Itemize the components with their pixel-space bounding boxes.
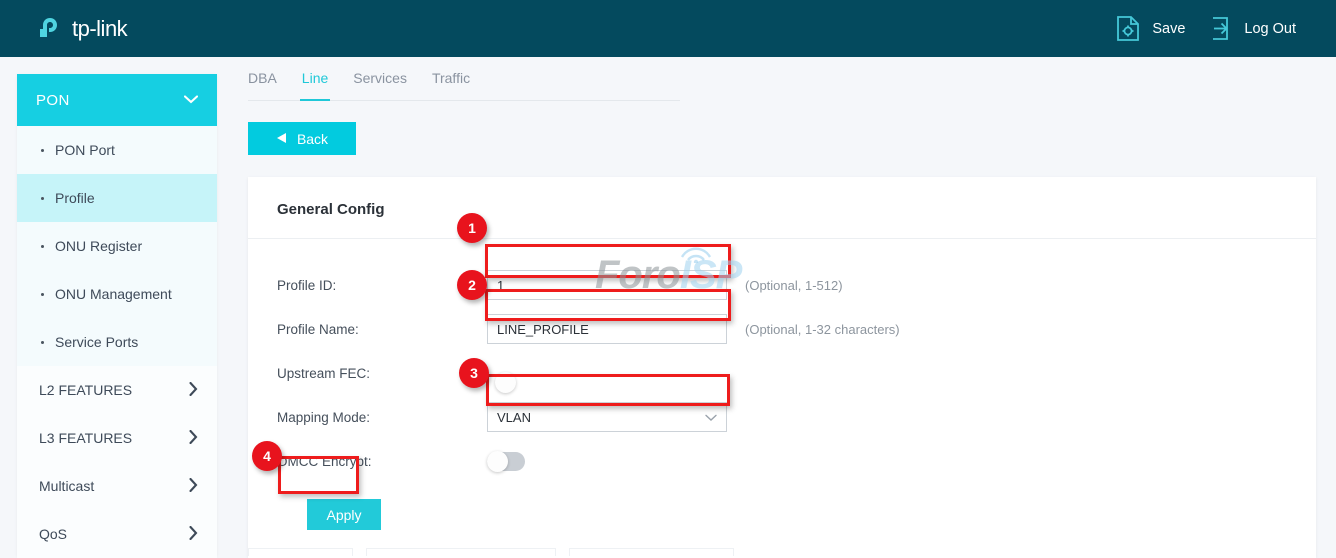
brand-logo[interactable]: tp-link <box>35 14 127 44</box>
sidebar-group-pon[interactable]: PON <box>17 74 217 126</box>
brand-name: tp-link <box>72 16 127 42</box>
chevron-down-icon <box>184 91 198 109</box>
profile-id-label: Profile ID: <box>277 278 487 293</box>
chevron-right-icon <box>189 430 198 447</box>
sidebar-item-onu-management[interactable]: ONU Management <box>17 270 217 318</box>
field-row-profile-id: Profile ID: (Optional, 1-512) <box>277 263 1316 307</box>
profile-name-hint: (Optional, 1-32 characters) <box>745 322 900 337</box>
bottom-panel-card <box>569 548 734 556</box>
sidebar-item-service-ports[interactable]: Service Ports <box>17 318 217 366</box>
sidebar-group-label: Multicast <box>39 478 94 494</box>
bullet-icon <box>41 293 44 296</box>
tab-dba[interactable]: DBA <box>248 70 277 93</box>
tab-traffic[interactable]: Traffic <box>432 70 470 93</box>
bullet-icon <box>41 245 44 248</box>
omcc-encrypt-toggle[interactable] <box>487 452 525 471</box>
profile-id-hint: (Optional, 1-512) <box>745 278 843 293</box>
sidebar-item-label: ONU Register <box>55 238 142 254</box>
config-form: Profile ID: (Optional, 1-512) Profile Na… <box>248 239 1316 558</box>
logout-arrow-icon <box>1207 15 1233 42</box>
card-title: General Config <box>248 177 1316 239</box>
sidebar-group-label: L2 FEATURES <box>39 382 132 398</box>
logout-label: Log Out <box>1244 21 1296 37</box>
sidebar-nav: PON PON Port Profile ONU Register ONU Ma… <box>17 74 217 556</box>
sidebar-group-label: QoS <box>39 526 67 542</box>
sidebar-item-profile[interactable]: Profile <box>17 174 217 222</box>
triangle-left-icon <box>276 131 287 147</box>
toggle-knob <box>487 451 508 472</box>
chevron-down-icon <box>705 410 717 425</box>
chevron-right-icon <box>189 526 198 543</box>
omcc-encrypt-label: OMCC Encrypt: <box>277 454 487 469</box>
main-content: DBA Line Services Traffic Back General C… <box>234 66 1336 558</box>
top-header-bar: tp-link Save <box>0 0 1336 57</box>
bullet-icon <box>41 197 44 200</box>
save-button[interactable]: Save <box>1115 15 1185 42</box>
profile-name-label: Profile Name: <box>277 322 487 337</box>
profile-id-input[interactable] <box>487 270 727 300</box>
logout-button[interactable]: Log Out <box>1207 15 1296 42</box>
bottom-panel-card <box>366 548 556 556</box>
field-row-upstream-fec: Upstream FEC: <box>277 351 1316 395</box>
tab-bar: DBA Line Services Traffic <box>248 66 680 101</box>
bottom-panel-card <box>248 548 353 556</box>
sidebar-group-pon-label: PON <box>36 92 70 109</box>
bullet-icon <box>41 341 44 344</box>
sidebar-item-label: PON Port <box>55 142 115 158</box>
toggle-knob <box>495 372 516 393</box>
save-config-icon <box>1115 15 1141 42</box>
apply-button[interactable]: Apply <box>307 499 381 530</box>
sidebar-group-qos[interactable]: QoS <box>17 510 217 558</box>
field-row-mapping-mode: Mapping Mode: VLAN <box>277 395 1316 439</box>
profile-name-input[interactable] <box>487 314 727 344</box>
save-label: Save <box>1152 21 1185 37</box>
chevron-right-icon <box>189 382 198 399</box>
sidebar-group-l2-features[interactable]: L2 FEATURES <box>17 366 217 414</box>
tplink-logo-icon <box>35 14 65 44</box>
upstream-fec-label: Upstream FEC: <box>277 366 487 381</box>
mapping-mode-label: Mapping Mode: <box>277 410 487 425</box>
bottom-panels-peek <box>248 548 1316 556</box>
sidebar-item-pon-port[interactable]: PON Port <box>17 126 217 174</box>
mapping-mode-value: VLAN <box>497 410 531 425</box>
sidebar-item-label: Profile <box>55 190 95 206</box>
tab-services[interactable]: Services <box>353 70 407 93</box>
sidebar-item-label: ONU Management <box>55 286 172 302</box>
sidebar-item-onu-register[interactable]: ONU Register <box>17 222 217 270</box>
sidebar-group-multicast[interactable]: Multicast <box>17 462 217 510</box>
general-config-card: General Config Profile ID: (Optional, 1-… <box>248 177 1316 558</box>
tab-line[interactable]: Line <box>302 70 328 93</box>
sidebar-group-l3-features[interactable]: L3 FEATURES <box>17 414 217 462</box>
back-button-label: Back <box>297 131 328 147</box>
back-button[interactable]: Back <box>248 122 356 155</box>
sidebar-group-label: L3 FEATURES <box>39 430 132 446</box>
field-row-profile-name: Profile Name: (Optional, 1-32 characters… <box>277 307 1316 351</box>
field-row-omcc-encrypt: OMCC Encrypt: <box>277 439 1316 483</box>
chevron-right-icon <box>189 478 198 495</box>
bullet-icon <box>41 149 44 152</box>
mapping-mode-select[interactable]: VLAN <box>487 402 727 432</box>
sidebar-item-label: Service Ports <box>55 334 138 350</box>
